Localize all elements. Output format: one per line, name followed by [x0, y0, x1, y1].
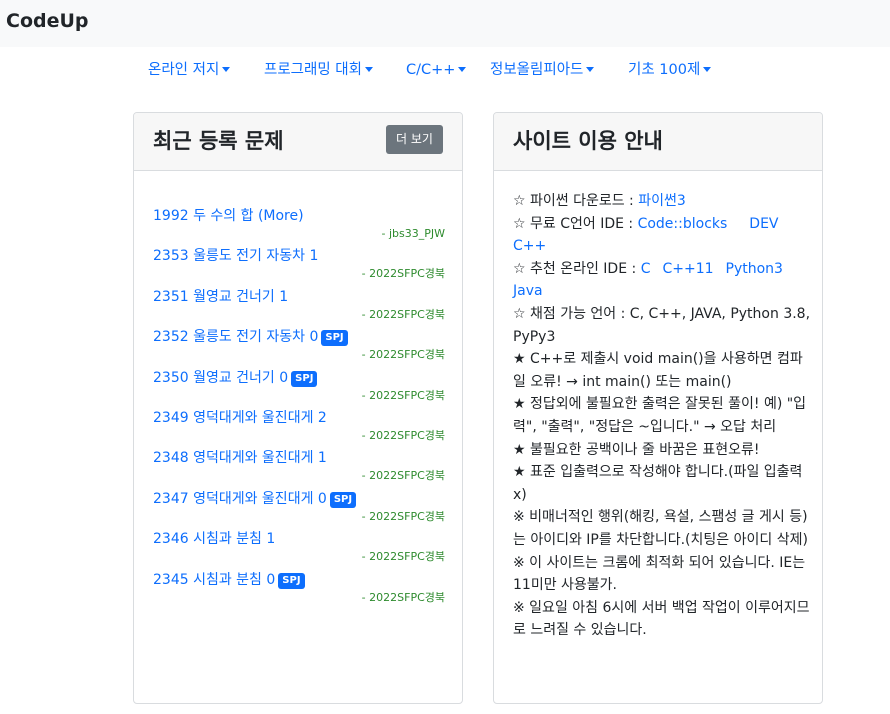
card-header: 사이트 이용 안내 — [494, 113, 822, 171]
list-item: 2347 영덕대게와 울진대게 0 SPJ - 2022SFPC경북 — [153, 489, 445, 529]
problem-link[interactable]: 2353 울릉도 전기 자동차 1 — [153, 246, 318, 266]
python3-link[interactable]: 파이썬3 — [638, 193, 686, 209]
problem-link[interactable]: 2346 시침과 분침 1 — [153, 529, 275, 549]
site-guide-title: 사이트 이용 안내 — [513, 129, 663, 153]
caret-down-icon — [458, 66, 467, 72]
problem-title: 1992 두 수의 합 (More) — [153, 208, 304, 224]
problem-link[interactable]: 2345 시침과 분침 0 SPJ — [153, 570, 305, 590]
list-item: 2346 시침과 분침 1 - 2022SFPC경북 — [153, 529, 445, 569]
caret-down-icon — [222, 66, 231, 72]
caret-down-icon — [586, 66, 595, 72]
note-line: ※ 일요일 아침 6시에 서버 백업 작업이 이루어지므로 느려질 수 있습니다… — [513, 599, 810, 639]
free-ide-line: ☆ 무료 C언어 IDE : Code::blocks DEV C++ — [513, 213, 813, 258]
nav-label: C/C++ — [406, 62, 456, 78]
problem-title: 2345 시침과 분침 0 — [153, 571, 276, 588]
note-line: ★ 불필요한 공백이나 줄 바꿈은 표현오류! — [513, 441, 760, 458]
nav-c-cpp[interactable]: C/C++ — [406, 59, 467, 83]
site-guide-card: 사이트 이용 안내 ☆ 파이썬 다운로드 : 파이썬3 ☆ 무료 C언어 IDE… — [493, 112, 823, 704]
online-ide-label: ☆ 추천 온라인 IDE : — [513, 260, 641, 277]
problem-title: 2348 영덕대게와 울진대게 1 — [153, 450, 327, 467]
more-button[interactable]: 더 보기 — [386, 125, 443, 154]
list-item: 2351 월영교 건너기 1 - 2022SFPC경북 — [153, 287, 445, 327]
problem-author: - 2022SFPC경북 — [361, 469, 445, 483]
problem-title: 2350 월영교 건너기 0 — [153, 369, 289, 386]
list-item: 1992 두 수의 합 (More) - jbs33_PJW — [153, 206, 445, 246]
problem-author: - 2022SFPC경북 — [361, 348, 445, 362]
guide-body: ☆ 파이썬 다운로드 : 파이썬3 ☆ 무료 C언어 IDE : Code::b… — [513, 190, 813, 642]
problem-link[interactable]: 2347 영덕대게와 울진대게 0 SPJ — [153, 489, 357, 509]
list-item: 2345 시침과 분침 0 SPJ - 2022SFPC경북 — [153, 570, 445, 610]
problem-author: - 2022SFPC경북 — [361, 267, 445, 281]
note-line: ※ 비매너적인 행위(해킹, 욕설, 스팸성 글 게시 등)는 아이디와 IP를… — [513, 509, 808, 548]
problem-link[interactable]: 2348 영덕대게와 울진대게 1 — [153, 448, 327, 468]
cpp11-ide-link[interactable]: C++11 — [662, 261, 713, 277]
caret-down-icon — [703, 66, 712, 72]
python-download-line: ☆ 파이썬 다운로드 : 파이썬3 — [513, 190, 813, 213]
note-line: ★ 정답외에 불필요한 출력은 잘못된 풀이! 예) "입력", "출력", "… — [513, 396, 807, 435]
list-item: 2349 영덕대게와 울진대게 2 - 2022SFPC경북 — [153, 408, 445, 448]
caret-down-icon — [365, 66, 373, 72]
nav-label: 온라인 저지 — [148, 62, 220, 78]
nav-label: 프로그래밍 대회 — [264, 62, 362, 78]
problem-link[interactable]: 2352 울릉도 전기 자동차 0 SPJ — [153, 327, 348, 347]
spj-badge: SPJ — [321, 330, 348, 347]
problem-author: - 2022SFPC경북 — [361, 550, 445, 564]
top-navbar: CodeUp — [0, 0, 890, 47]
spj-badge: SPJ — [278, 572, 305, 589]
problem-title: 2352 울릉도 전기 자동차 0 — [153, 329, 319, 346]
problem-link[interactable]: 2351 월영교 건너기 1 — [153, 287, 288, 307]
recent-problems-title: 최근 등록 문제 — [153, 129, 284, 153]
list-item: 2350 월영교 건너기 0 SPJ - 2022SFPC경북 — [153, 368, 445, 408]
recent-problems-card: 최근 등록 문제 더 보기 1992 두 수의 합 (More) - jbs33… — [133, 112, 463, 704]
problem-title: 2351 월영교 건너기 1 — [153, 288, 289, 305]
free-ide-label: ☆ 무료 C언어 IDE : — [513, 215, 638, 232]
card-header: 최근 등록 문제 더 보기 — [134, 113, 462, 171]
problem-link[interactable]: 2350 월영교 건너기 0 SPJ — [153, 368, 318, 388]
spj-badge: SPJ — [291, 370, 318, 387]
codeblocks-link[interactable]: Code::blocks — [638, 216, 728, 232]
problem-link[interactable]: 2349 영덕대게와 울진대게 2 — [153, 408, 327, 428]
note-line: ★ 표준 입출력으로 작성해야 합니다.(파일 입출력 x) — [513, 464, 803, 503]
problem-author: - 2022SFPC경북 — [361, 428, 445, 442]
problem-link[interactable]: 1992 두 수의 합 (More) — [153, 206, 304, 226]
list-item: 2352 울릉도 전기 자동차 0 SPJ - 2022SFPC경북 — [153, 327, 445, 367]
online-ide-line: ☆ 추천 온라인 IDE : C C++11 Python3 Java — [513, 258, 813, 303]
nav-contest[interactable]: 프로그래밍 대회 — [264, 59, 373, 83]
list-item: 2348 영덕대게와 울진대게 1 - 2022SFPC경북 — [153, 448, 445, 488]
problem-list: 1992 두 수의 합 (More) - jbs33_PJW 2353 울릉도 … — [153, 206, 445, 610]
python3-ide-link[interactable]: Python3 — [726, 261, 783, 277]
nav-label: 기초 100제 — [628, 62, 701, 78]
problem-author: - jbs33_PJW — [381, 227, 446, 240]
nav-olympiad[interactable]: 정보올림피아드 — [490, 59, 595, 83]
list-item: 2353 울릉도 전기 자동차 1 - 2022SFPC경북 — [153, 246, 445, 286]
problem-title: 2349 영덕대게와 울진대게 2 — [153, 409, 327, 426]
note-line: ★ C++로 제출시 void main()을 사용하면 컴파일 오류! → i… — [513, 351, 803, 390]
nav-online-judge[interactable]: 온라인 저지 — [148, 59, 231, 83]
problem-title: 2353 울릉도 전기 자동차 1 — [153, 248, 319, 265]
problem-title: 2346 시침과 분침 1 — [153, 531, 276, 548]
spj-badge: SPJ — [329, 491, 357, 508]
problem-author: - 2022SFPC경북 — [361, 388, 445, 402]
problem-author: - 2022SFPC경북 — [361, 307, 445, 321]
languages-line: ☆ 채점 가능 언어 : C, C++, JAVA, Python 3.8, P… — [513, 305, 811, 345]
note-line: ※ 이 사이트는 크롬에 최적화 되어 있습니다. IE는 11미만 사용불가. — [513, 554, 806, 594]
problem-title: 2347 영덕대게와 울진대게 0 — [153, 490, 327, 507]
brand-logo[interactable]: CodeUp — [6, 10, 89, 32]
problem-author: - 2022SFPC경북 — [361, 509, 445, 523]
java-ide-link[interactable]: Java — [513, 283, 543, 299]
nav-label: 정보올림피아드 — [490, 62, 584, 78]
main-nav: 온라인 저지 프로그래밍 대회 C/C++ 정보올림피아드 기초 100제 — [0, 59, 890, 83]
nav-basic-100[interactable]: 기초 100제 — [628, 59, 712, 83]
c-ide-link[interactable]: C — [641, 261, 651, 277]
python-download-label: ☆ 파이썬 다운로드 : — [513, 193, 639, 209]
problem-author: - 2022SFPC경북 — [361, 590, 445, 604]
